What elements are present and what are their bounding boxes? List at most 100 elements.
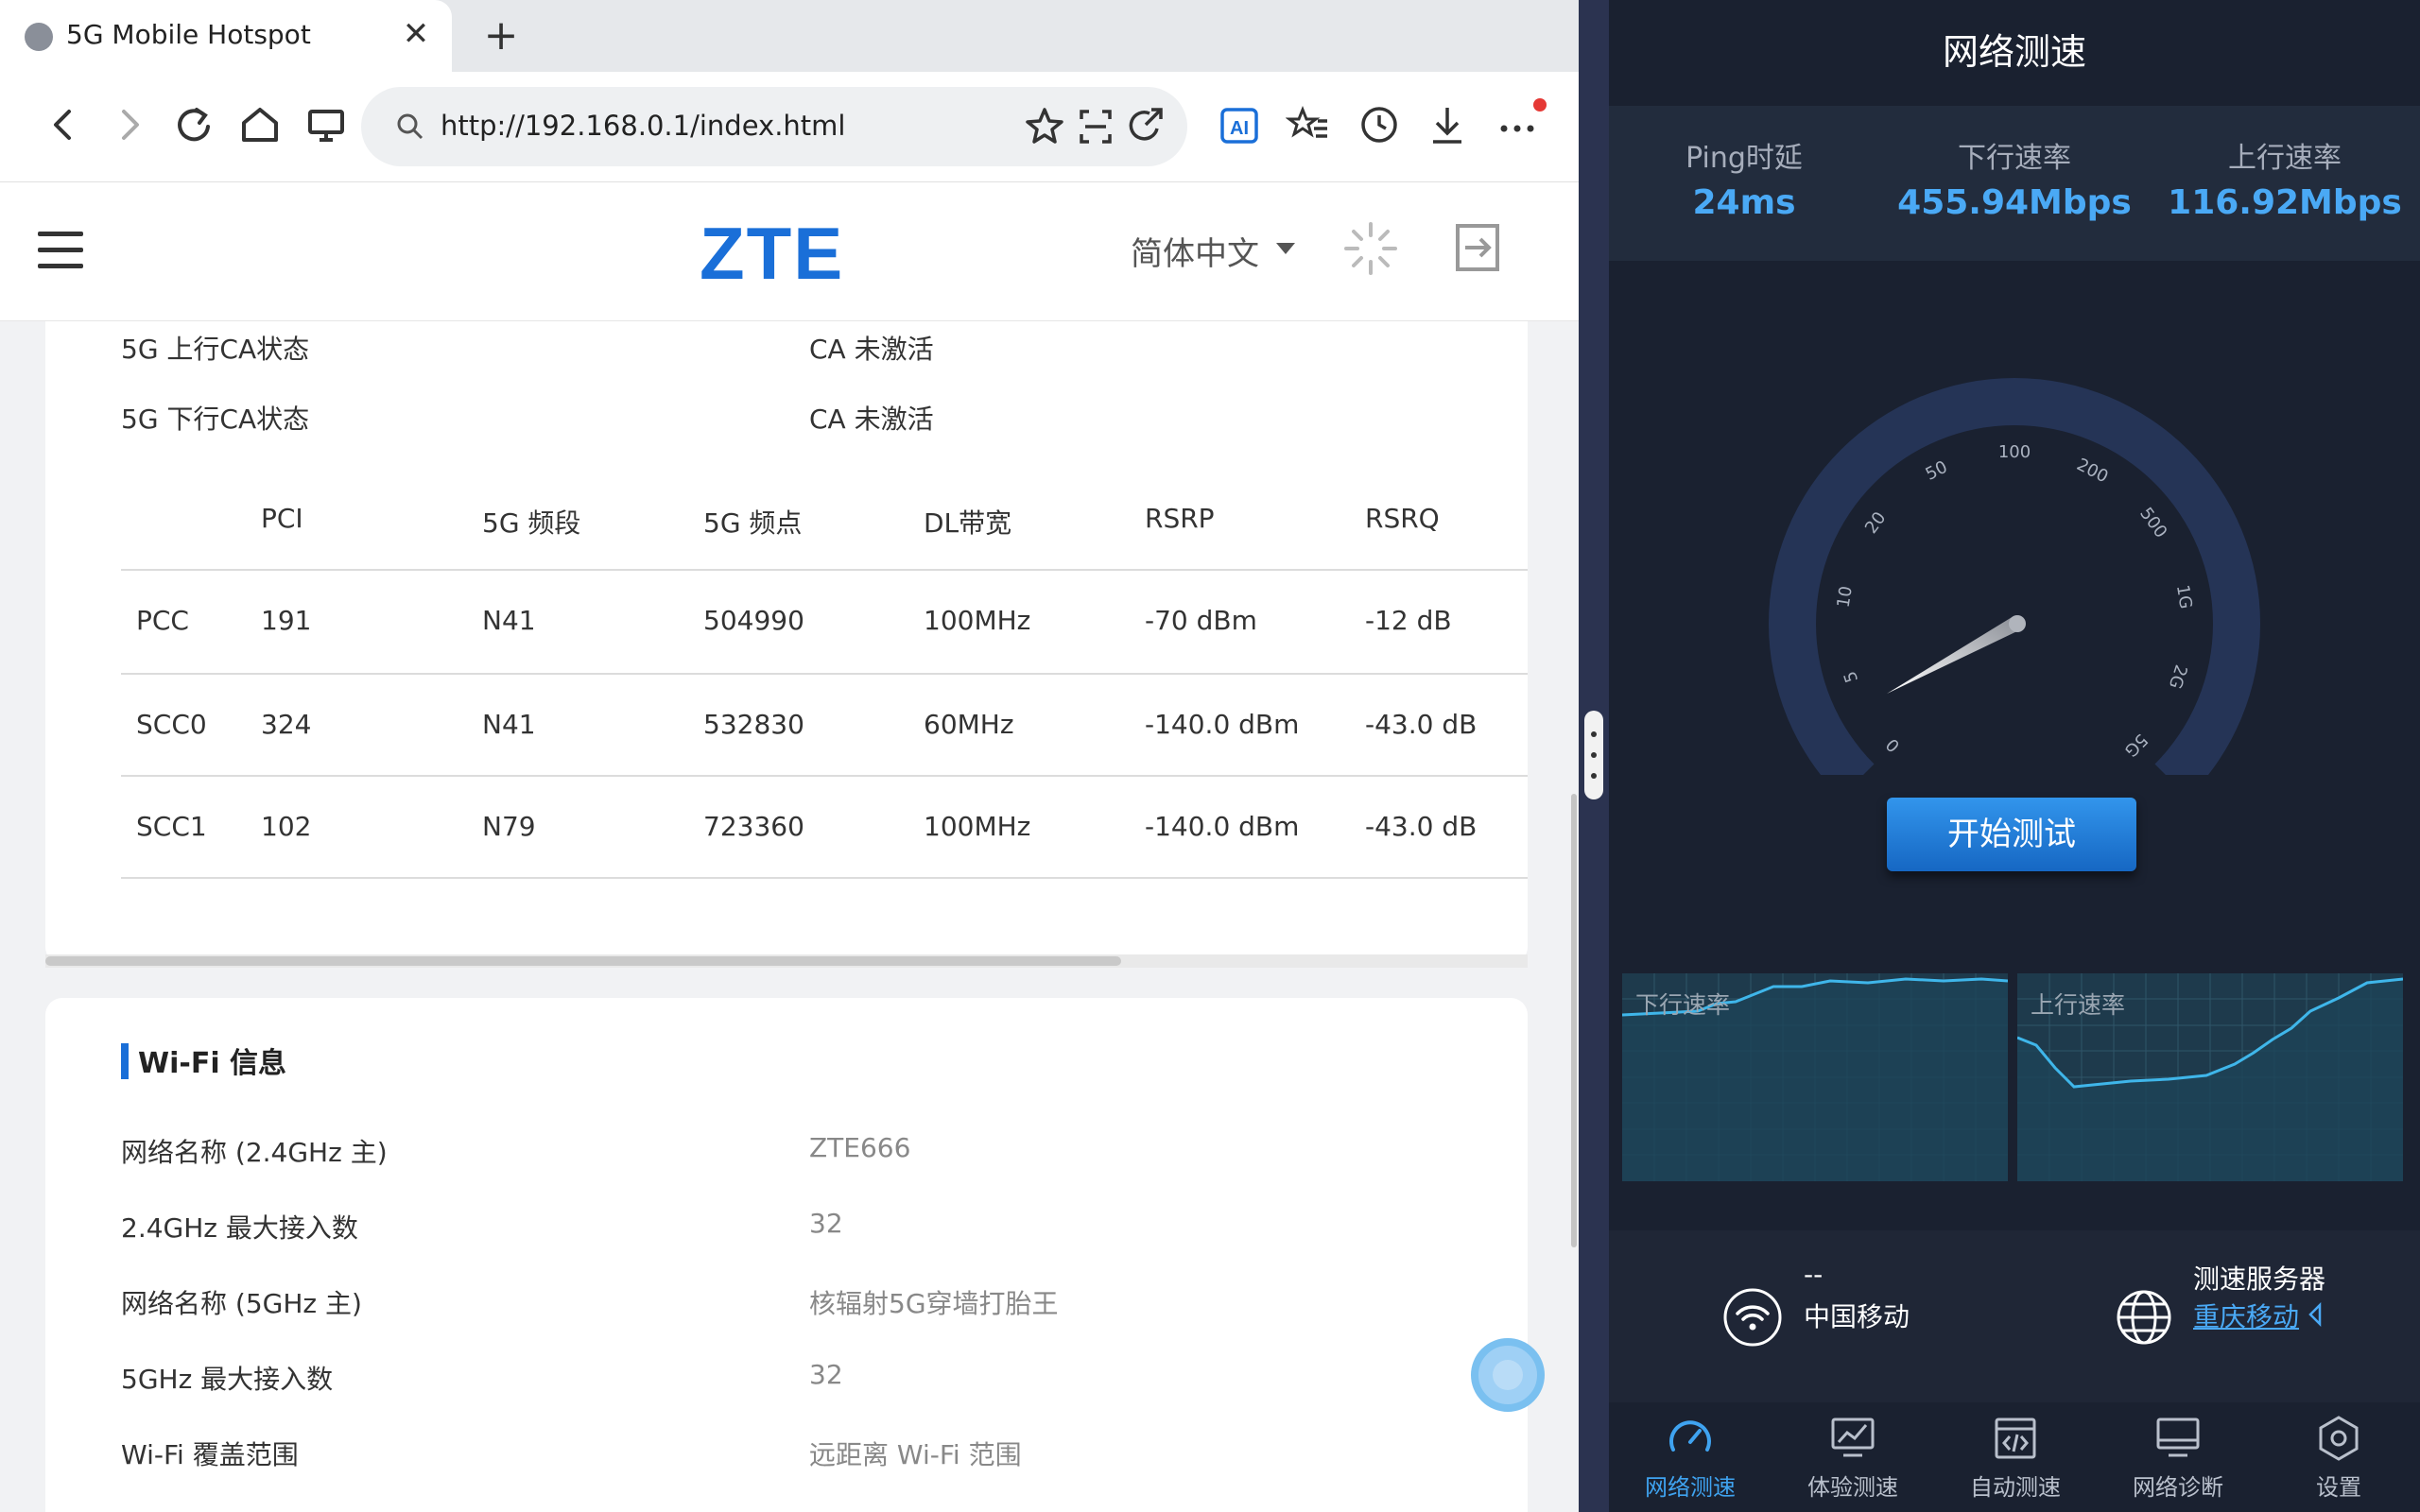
table-cell: -70 dBm (1145, 605, 1257, 636)
caret-down-icon[interactable] (1276, 243, 1295, 254)
zte-logo: ZTE (700, 212, 845, 295)
page-content: 5G 上行CA状态 CA 未激活 5G 下行CA状态 CA 未激活 PCI 5G… (0, 321, 1579, 1512)
language-select[interactable]: 简体中文 (1131, 228, 1259, 274)
forward-icon[interactable] (106, 98, 153, 151)
start-test-button[interactable]: 开始测试 (1887, 798, 2136, 871)
network-info-panel: -- 中国移动 测速服务器 重庆移动 (1609, 1230, 2420, 1402)
cell-info-card: 5G 上行CA状态 CA 未激活 5G 下行CA状态 CA 未激活 PCI 5G… (45, 321, 1528, 964)
table-cell: 504990 (703, 605, 804, 636)
favorite-star-icon[interactable] (1021, 100, 1068, 153)
home-icon[interactable] (236, 98, 284, 151)
column-header: PCI (261, 503, 303, 534)
hexagon-settings-icon (2319, 1416, 2359, 1461)
table-divider (121, 775, 1528, 777)
address-bar[interactable]: http://192.168.0.1/index.html (361, 87, 1187, 166)
logout-icon[interactable] (1452, 222, 1503, 273)
server-select-link[interactable]: 重庆移动 (2193, 1297, 2299, 1334)
table-cell: 100MHz (924, 605, 1031, 636)
ping-stat: Ping时延 24ms (1609, 134, 1879, 222)
table-cell: 191 (261, 605, 312, 636)
back-icon[interactable] (40, 98, 87, 151)
row-name: SCC1 (136, 811, 207, 842)
table-divider (121, 877, 1528, 879)
table-cell: -43.0 dB (1365, 709, 1478, 740)
wifi-value: ZTE666 (809, 1132, 911, 1163)
nav-speedtest[interactable]: 网络测速 (1609, 1402, 1772, 1512)
floating-assist-button[interactable] (1471, 1338, 1545, 1412)
nav-experience-test[interactable]: 体验测速 (1772, 1402, 1934, 1512)
server-label: 测速服务器 (2193, 1263, 2326, 1295)
share-icon[interactable] (1123, 100, 1170, 153)
speed-stats-panel: Ping时延 24ms 下行速率 455.94Mbps 上行速率 116.92M… (1609, 106, 2420, 261)
wifi-label: Wi-Fi 覆盖范围 (121, 1439, 299, 1470)
hamburger-menu-icon[interactable] (38, 232, 83, 268)
floating-button-dot (1493, 1360, 1523, 1390)
gauge-tick-label: 200 (2073, 455, 2111, 487)
desktop-mode-icon[interactable] (302, 98, 350, 151)
scan-icon[interactable] (1072, 100, 1119, 153)
wifi-label: 网络名称 (2.4GHz 主) (121, 1137, 388, 1168)
section-title: Wi-Fi 信息 (138, 1047, 287, 1080)
new-tab-button[interactable]: + (477, 11, 525, 60)
network-name: -- (1804, 1259, 1824, 1290)
nav-label: 设置 (2316, 1474, 2361, 1501)
nav-label: 网络诊断 (2133, 1474, 2223, 1501)
wifi-value: 32 (809, 1208, 843, 1239)
gauge-tick-label: 100 (1998, 442, 2031, 462)
browser-window: 5G Mobile Hotspot ✕ + http://192.168.0.1… (0, 0, 1579, 1512)
browser-tab[interactable]: 5G Mobile Hotspot ✕ (0, 0, 452, 72)
gauge-tick-label: 20 (1861, 508, 1890, 538)
ping-value: 24ms (1692, 183, 1796, 222)
gauge-tick-label: 5G (2120, 730, 2152, 761)
ping-label: Ping时延 (1685, 142, 1803, 175)
download-value: 455.94Mbps (1897, 183, 2132, 222)
url-text[interactable]: http://192.168.0.1/index.html (441, 110, 846, 142)
gauge-tick-label: 2G (2165, 662, 2191, 692)
table-cell: N41 (482, 709, 536, 740)
globe-icon (2117, 1290, 2171, 1345)
table-cell: -12 dB (1365, 605, 1452, 636)
history-icon[interactable] (1356, 98, 1403, 151)
gauge-tick-label: 0 (1882, 734, 1904, 756)
tab-bar: 5G Mobile Hotspot ✕ + (0, 0, 1579, 72)
wifi-info-card: Wi-Fi 信息 网络名称 (2.4GHz 主) ZTE666 2.4GHz 最… (45, 998, 1528, 1512)
download-icon[interactable] (1424, 98, 1471, 151)
app-title: 网络测速 (1942, 31, 2086, 73)
nav-diagnostics[interactable]: 网络诊断 (2097, 1402, 2259, 1512)
favorites-list-icon[interactable] (1285, 98, 1333, 151)
caret-left-icon[interactable] (2307, 1302, 2324, 1327)
ca-status-value: CA 未激活 (809, 334, 934, 365)
table-divider (121, 569, 1528, 571)
router-page-header: ZTE 简体中文 (0, 181, 1579, 321)
wifi-label: 网络名称 (5GHz 主) (121, 1288, 362, 1319)
reload-icon[interactable] (170, 98, 217, 151)
upload-label: 上行速率 (2228, 142, 2342, 175)
download-stat: 下行速率 455.94Mbps (1879, 134, 2150, 222)
nav-settings[interactable]: 设置 (2257, 1402, 2420, 1512)
upload-value: 116.92Mbps (2168, 183, 2402, 222)
nav-auto-test[interactable]: 自动测速 (1934, 1402, 2097, 1512)
notification-dot (1533, 98, 1547, 112)
ai-assistant-icon[interactable]: AI (1216, 98, 1263, 151)
gauge-arc (1769, 378, 2260, 775)
vertical-scrollbar[interactable] (1571, 794, 1577, 1247)
section-accent-bar (121, 1043, 129, 1079)
chart-monitor-icon (1831, 1418, 1875, 1457)
wifi-value: 32 (809, 1359, 843, 1390)
speedtest-app: 网络测速 Ping时延 24ms 下行速率 455.94Mbps 上行速率 11… (1609, 0, 2420, 1512)
wifi-label: 2.4GHz 最大接入数 (121, 1212, 358, 1244)
upload-stat: 上行速率 116.92Mbps (2150, 134, 2420, 222)
gauge-tick-label: 50 (1923, 457, 1951, 485)
wifi-icon (1723, 1288, 1782, 1347)
gauge-tick-label: 5 (1841, 668, 1863, 684)
tab-close-icon[interactable]: ✕ (397, 15, 435, 53)
table-cell: 100MHz (924, 811, 1031, 842)
table-cell: 60MHz (924, 709, 1014, 740)
table-divider (121, 673, 1528, 675)
ca-status-label: 5G 下行CA状态 (121, 404, 310, 435)
table-cell: 324 (261, 709, 312, 740)
split-drag-handle-icon[interactable] (1584, 711, 1603, 799)
download-label: 下行速率 (1958, 142, 2071, 175)
wifi-label: 5GHz 最大接入数 (121, 1364, 334, 1395)
horizontal-scroll-thumb[interactable] (45, 956, 1121, 966)
